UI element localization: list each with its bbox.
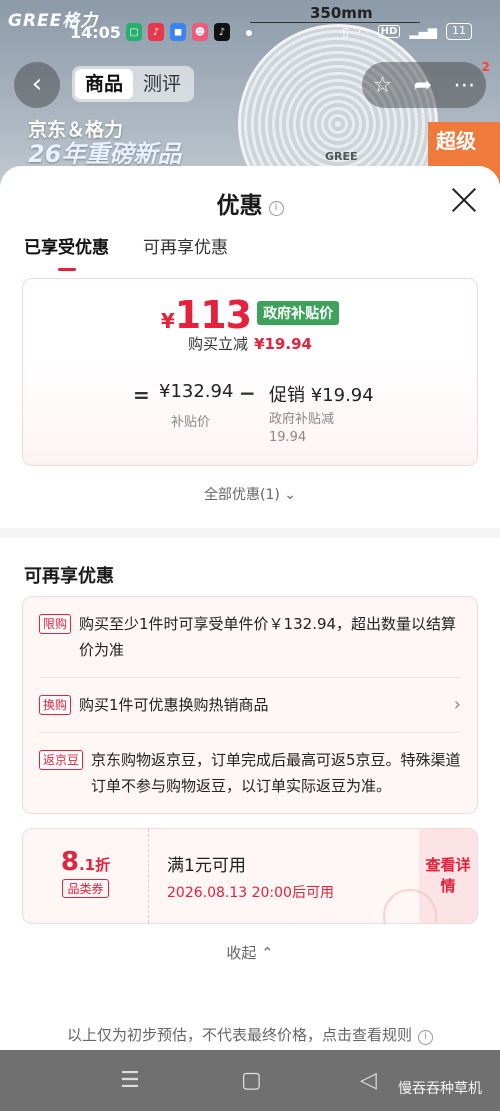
more-discounts-section: 限购 购买至少1件时可享受单件价￥132.94，超出数量以结算价为准 换购 购买… [0, 596, 500, 1050]
app-icon: ☻ [192, 23, 208, 41]
home-icon[interactable]: ▢ [241, 1068, 262, 1093]
app-icon: ◼ [170, 23, 186, 41]
info-icon: i [418, 1030, 433, 1045]
disclaimer-text: 以上仅为初步预估，不代表最终价格，点击查看规则 [66, 1026, 412, 1044]
back-button[interactable]: ‹ [14, 62, 60, 108]
back-triangle-icon[interactable]: ◁ [360, 1068, 377, 1093]
nav-actions: ☆ ➦ ⋯ [362, 62, 486, 108]
status-indicators: ▯ ◠ HD ▂▄▆ 11 [343, 23, 472, 40]
all-discounts-link[interactable]: 全部优惠(1) ⌄ [0, 484, 500, 504]
subsidy-price-label: 补贴价 [171, 415, 211, 430]
music-icon: ♪ [148, 23, 164, 41]
disclaimer[interactable]: 以上仅为初步预估，不代表最终价格，点击查看规则 i [0, 1024, 500, 1045]
discount-tabs: 已享受优惠 可再享优惠 [0, 238, 500, 278]
promo-item-jingdou: 返京豆 京东购物返京豆，订单完成后最高可返5京豆。特殊渠道订单不参与购物返豆，以… [39, 733, 461, 813]
info-icon[interactable]: i [268, 201, 284, 216]
promo-text: 购买至少1件时可享受单件价￥132.94，超出数量以结算价为准 [79, 615, 457, 659]
more-discounts-title: 可再享优惠 [0, 538, 500, 596]
instant-discount-value: ¥19.94 [254, 335, 312, 353]
menu-icon[interactable]: ☰ [120, 1068, 140, 1093]
signal-icon: ▂▄▆ [409, 24, 437, 39]
equals-sign: = [133, 383, 150, 407]
status-time: 14:05 [70, 23, 121, 42]
coupon-card: 8.1折 品类券 满1元可用 2026.08.13 20:00后可用 查看详情 [22, 828, 478, 924]
promo-tag: 换购 [39, 695, 72, 715]
product-nav-bar: ‹ 商品 测评 ☆ ➦ ⋯ 2 [0, 58, 500, 110]
tab-review[interactable]: 测评 [133, 69, 191, 99]
gov-subsidy-tag: 政府补贴价 [257, 301, 340, 325]
banner-line2: 26年重磅新品 [28, 140, 182, 168]
price-formula: = ¥132.94 补贴价 − 促销 ¥19.94 政府补贴减 19.94 [23, 371, 477, 467]
collapse-button[interactable]: 收起 ⌃ [22, 942, 478, 963]
coupon-discount-main: 8 [60, 847, 79, 877]
promo-text: 京东购物返京豆，订单完成后最高可返5京豆。特殊渠道订单不参与购物返豆，以订单实际… [91, 751, 461, 795]
system-nav-bar: ☰ ▢ ◁ 慢吞吞种草机 [0, 1050, 500, 1111]
chevron-down-icon: ⌄ [284, 487, 297, 503]
coupon-discount-sub: .1折 [78, 856, 111, 874]
promo-item-exchange[interactable]: 换购 购买1件可优惠换购热销商品 › [39, 678, 461, 733]
battery-icon: 11 [446, 23, 472, 40]
product-tabs: 商品 测评 [72, 66, 195, 102]
wifi-icon: ◠ [358, 24, 369, 39]
final-price-row: ¥113 政府补贴价 [23, 293, 477, 337]
instant-discount-row: 购买立减 ¥19.94 [23, 333, 477, 354]
promo-item-limit: 限购 购买至少1件时可享受单件价￥132.94，超出数量以结算价为准 [39, 597, 461, 678]
instant-discount-label: 购买立减 [188, 335, 249, 353]
promo-label: 政府补贴减 19.94 [269, 412, 335, 445]
banner-line1: 京东＆格力 [28, 119, 124, 141]
hd-icon: HD [377, 25, 401, 38]
fan-logo: GREE [325, 150, 358, 163]
discount-sheet: 优惠 i 已享受优惠 可再享优惠 ¥113 政府补贴价 购买立减 ¥19.94 = ¥… [0, 166, 500, 1050]
minus-sign: − [239, 381, 256, 405]
final-price: 113 [174, 293, 252, 337]
app-icon: ▢ [126, 23, 142, 41]
sheet-title: 优惠 i [0, 186, 500, 220]
tab-more-discounts[interactable]: 可再享优惠 [143, 238, 228, 278]
coupon-expire: 2026.08.13 20:00后可用 [167, 885, 334, 901]
subsidy-price: ¥132.94 [159, 381, 234, 402]
all-discounts-text: 全部优惠(1) [203, 487, 280, 503]
close-icon[interactable] [450, 186, 478, 214]
sheet-title-row: 优惠 i [0, 166, 500, 238]
coupon-info: 满1元可用 2026.08.13 20:00后可用 [149, 829, 419, 923]
chevron-up-icon: ⌃ [261, 944, 274, 962]
tiktok-icon: ♪ [214, 23, 230, 41]
promo-tag: 返京豆 [39, 750, 84, 770]
tab-product[interactable]: 商品 [75, 69, 134, 99]
promo-text: 购买1件可优惠换购热销商品 [79, 696, 269, 714]
currency-symbol: ¥ [160, 309, 175, 333]
coupon-discount-value: 8.1折 [23, 847, 148, 877]
notification-dot [246, 30, 252, 36]
message-badge: 2 [481, 60, 490, 74]
watermark: 慢吞吞种草机 [398, 1081, 482, 1097]
collapse-text: 收起 [226, 944, 257, 962]
share-icon[interactable]: ➦ [414, 73, 432, 98]
promo-tag: 限购 [39, 614, 72, 634]
chevron-right-icon: › [453, 694, 461, 715]
coupon-type: 品类券 [62, 879, 109, 898]
price-card: ¥113 政府补贴价 购买立减 ¥19.94 = ¥132.94 补贴价 − 促销 … [22, 278, 478, 466]
promo-value: 促销 ¥19.94 [269, 385, 374, 406]
favorite-icon[interactable]: ☆ [373, 73, 393, 98]
vibrate-icon: ▯ [342, 24, 350, 39]
status-bar: 14:05 ▢ ♪ ◼ ☻ ♪ ▯ ◠ HD ▂▄▆ 11 [0, 20, 500, 46]
promo-list: 限购 购买至少1件时可享受单件价￥132.94，超出数量以结算价为准 换购 购买… [22, 596, 478, 814]
tab-enjoyed-discounts[interactable]: 已享受优惠 [24, 238, 109, 278]
coupon-discount: 8.1折 品类券 [23, 829, 149, 923]
more-icon[interactable]: ⋯ [453, 73, 475, 98]
coupon-condition: 满1元可用 [167, 856, 246, 876]
status-app-icons: ▢ ♪ ◼ ☻ ♪ [126, 23, 252, 41]
sheet-title-text: 优惠 [216, 193, 263, 219]
sheet-header-area: 优惠 i 已享受优惠 可再享优惠 ¥113 政府补贴价 购买立减 ¥19.94 = ¥… [0, 166, 500, 528]
